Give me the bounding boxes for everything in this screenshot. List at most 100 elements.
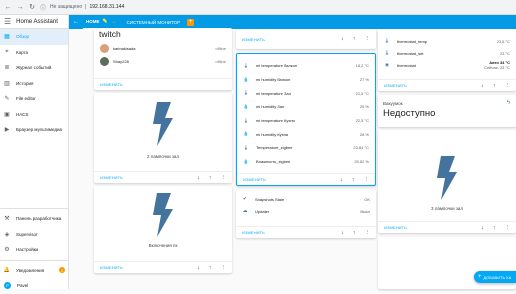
lightning-icon[interactable] <box>94 186 232 237</box>
edit-button[interactable]: ИЗМЕНИТЬ <box>100 175 123 180</box>
divider <box>0 259 69 261</box>
pencil-icon[interactable]: ✎ <box>103 18 108 25</box>
tab-system-monitor[interactable]: СИСТЕМНЫЙ МОНИТОР <box>124 15 184 29</box>
card-actions: ИЗМЕНИТЬ ↓ ↑ ⋮ <box>94 171 232 183</box>
sidebar-item-profile[interactable]: P Pavel <box>0 278 69 294</box>
list-item[interactable]: 💧 mi humidity Зал 29 % <box>237 100 375 114</box>
sensor-name: mi humidity балкон <box>256 77 291 83</box>
sidebar-item-notifications[interactable]: 🔔 Уведомления 1 <box>0 263 69 279</box>
sensor-name: mi temperature Кухня <box>256 118 295 124</box>
url-separator: | <box>85 4 87 10</box>
edit-button[interactable]: ИЗМЕНИТЬ <box>243 177 266 182</box>
list-item[interactable]: ◉ thermostat Авто 34 °C Сейчас: 23 °C <box>378 59 516 71</box>
history-icon: ▥ <box>4 80 10 87</box>
water-percent-icon: 💧 <box>243 131 249 137</box>
sidebar-bottom-item-0[interactable]: ⚒ Панель разработчика <box>0 211 69 227</box>
sidebar-item-4[interactable]: ✎ File editor <box>0 91 68 107</box>
sidebar-item-0[interactable]: ▦ Обзор <box>0 29 68 45</box>
list-item[interactable]: 💧 mi humidity Кухня 28 % <box>237 127 375 141</box>
address-bar[interactable]: Не защищено | 192.168.31.144 <box>50 4 124 10</box>
more-icon[interactable]: ⋮ <box>221 265 227 271</box>
arrow-down-icon[interactable]: ↓ <box>341 36 344 42</box>
menu-icon[interactable]: ☰ <box>4 17 11 26</box>
app-header: ← HOME ✎ → СИСТЕМНЫЙ МОНИТОР + <box>69 15 516 29</box>
edit-button[interactable]: ИЗМЕНИТЬ <box>384 83 407 88</box>
sidebar-item-label: Браузер мультимедиа <box>16 127 63 133</box>
more-icon[interactable]: ⋮ <box>505 225 511 231</box>
menu-back-icon[interactable]: ← <box>73 19 79 25</box>
arrow-up-icon[interactable]: ↑ <box>209 265 212 271</box>
entity-value: 23,5 °C <box>496 38 510 44</box>
edit-button[interactable]: ИЗМЕНИТЬ <box>384 225 407 230</box>
sidebar-item-label: File editor <box>16 96 36 102</box>
more-icon[interactable]: ⋮ <box>221 175 227 181</box>
lightning-icon[interactable] <box>94 93 232 146</box>
arrow-down-icon[interactable]: ↓ <box>481 83 484 89</box>
arrow-down-icon[interactable]: ↓ <box>197 265 200 271</box>
list-item[interactable]: 🌡 mi temperature Зал 21,5 °C <box>237 86 375 100</box>
arrow-down-icon[interactable]: ↓ <box>341 230 344 236</box>
edit-button[interactable]: ИЗМЕНИТЬ <box>242 37 265 42</box>
edit-button[interactable]: ИЗМЕНИТЬ <box>100 82 123 87</box>
list-item[interactable]: 💧 Влажность_zigbee 25,52 % <box>237 155 375 169</box>
sidebar-bottom-item-1[interactable]: ◈ Supervisor <box>0 227 69 243</box>
list-item[interactable]: karinakisada offline <box>94 42 232 55</box>
sidebar-item-label: HACS <box>16 111 29 117</box>
arrow-up-icon[interactable]: ↑ <box>353 230 356 236</box>
thermometer-icon: 🌡 <box>384 38 390 43</box>
list-item[interactable]: 🌡 Temperature_zigbee 23,64 °C <box>237 141 375 155</box>
edit-button[interactable]: ИЗМЕНИТЬ <box>242 230 265 235</box>
entity-name: thermostat_set <box>397 50 424 56</box>
arrow-up-icon[interactable]: ↑ <box>493 83 496 89</box>
arrow-up-icon[interactable]: ↑ <box>352 177 355 183</box>
list-item[interactable]: 🌡 mi temperature Кухня 22,5 °C <box>237 114 375 128</box>
thermometer-icon: 🌡 <box>243 144 249 150</box>
more-icon[interactable]: ⋮ <box>505 83 511 89</box>
arrow-down-icon[interactable]: ↓ <box>340 177 343 183</box>
add-view-icon[interactable]: + <box>187 18 195 26</box>
more-icon[interactable]: ⋮ <box>364 177 370 183</box>
forward-icon[interactable]: → <box>16 4 24 11</box>
sidebar-item-1[interactable]: ⌖ Карта <box>0 45 68 61</box>
arrow-up-icon[interactable]: ↑ <box>493 225 496 231</box>
lightning-icon[interactable] <box>378 130 516 200</box>
arrow-down-icon[interactable]: ↓ <box>197 175 200 181</box>
entity-name: thermostat_temp <box>397 38 428 44</box>
thermostat-state: Авто 34 °C Сейчас: 23 °C <box>484 60 510 70</box>
list-item[interactable]: 💧 mi humidity балкон 27 % <box>237 73 375 87</box>
list-item[interactable]: ☁ Updater Выкл <box>236 205 376 217</box>
arrow-right-icon[interactable]: → <box>111 19 117 25</box>
user-name: karinakisada <box>113 46 136 51</box>
reload-icon[interactable]: ↻ <box>28 3 36 11</box>
sidebar-nav: ▦ Обзор ⌖ Карта ≣ Журнал событий ▥ История ✎ File… <box>0 29 68 138</box>
tab-home[interactable]: HOME ✎ → <box>83 15 120 29</box>
sidebar-item-3[interactable]: ▥ История <box>0 76 68 92</box>
thermometer-icon: 🌡 <box>384 50 390 55</box>
sidebar-item-6[interactable]: ▶ Браузер мультимедиа <box>0 122 68 138</box>
sidebar-item-5[interactable]: ▣ HACS <box>0 107 68 123</box>
arrow-up-icon[interactable]: ↑ <box>209 175 212 181</box>
thermometer-icon: 🌡 <box>243 62 249 68</box>
list-item[interactable]: Shay228 offline <box>94 55 232 68</box>
card-actions: ИЗМЕНИТЬ ↓ ↑ ⋮ <box>378 221 516 233</box>
more-icon[interactable]: ⋮ <box>365 36 371 42</box>
card-actions: ИЗМЕНИТЬ ↓ ↑ ⋮ <box>236 226 376 238</box>
sidebar-bottom-item-2[interactable]: ⚙ Настройки <box>0 242 69 258</box>
security-label: Не защищено <box>50 4 83 10</box>
sidebar-item-2[interactable]: ≣ Журнал событий <box>0 60 68 76</box>
thermometer-icon: 🌡 <box>243 90 249 96</box>
edit-button[interactable]: ИЗМЕНИТЬ <box>100 265 123 270</box>
arrow-up-icon[interactable]: ↑ <box>353 36 356 42</box>
back-icon[interactable]: ← <box>4 4 12 11</box>
list-item[interactable]: 🌡 mi temperature балкон 18,2 °C <box>237 59 375 73</box>
add-card-button[interactable]: + ДОБАВИТЬ КА <box>474 271 516 283</box>
pc-power-card: Включения пк ИЗМЕНИТЬ ↓ ↑ ⋮ <box>94 186 232 273</box>
more-icon[interactable]: ⋮ <box>365 230 371 236</box>
list-item[interactable]: ✔ Snapshots Stale OK <box>236 193 376 205</box>
arrow-down-icon[interactable]: ↓ <box>481 225 484 231</box>
thermometer-icon: 🌡 <box>243 117 249 123</box>
list-item[interactable]: 🌡 thermostat_set 23 °C <box>378 47 516 59</box>
list-item[interactable]: 🌡 thermostat_temp 23,5 °C <box>378 35 516 47</box>
sensor-name: Влажность_zigbee <box>256 159 291 165</box>
sidebar-bottom-nav: ⚒ Панель разработчика ◈ Supervisor ⚙ Настройк… <box>0 211 69 258</box>
